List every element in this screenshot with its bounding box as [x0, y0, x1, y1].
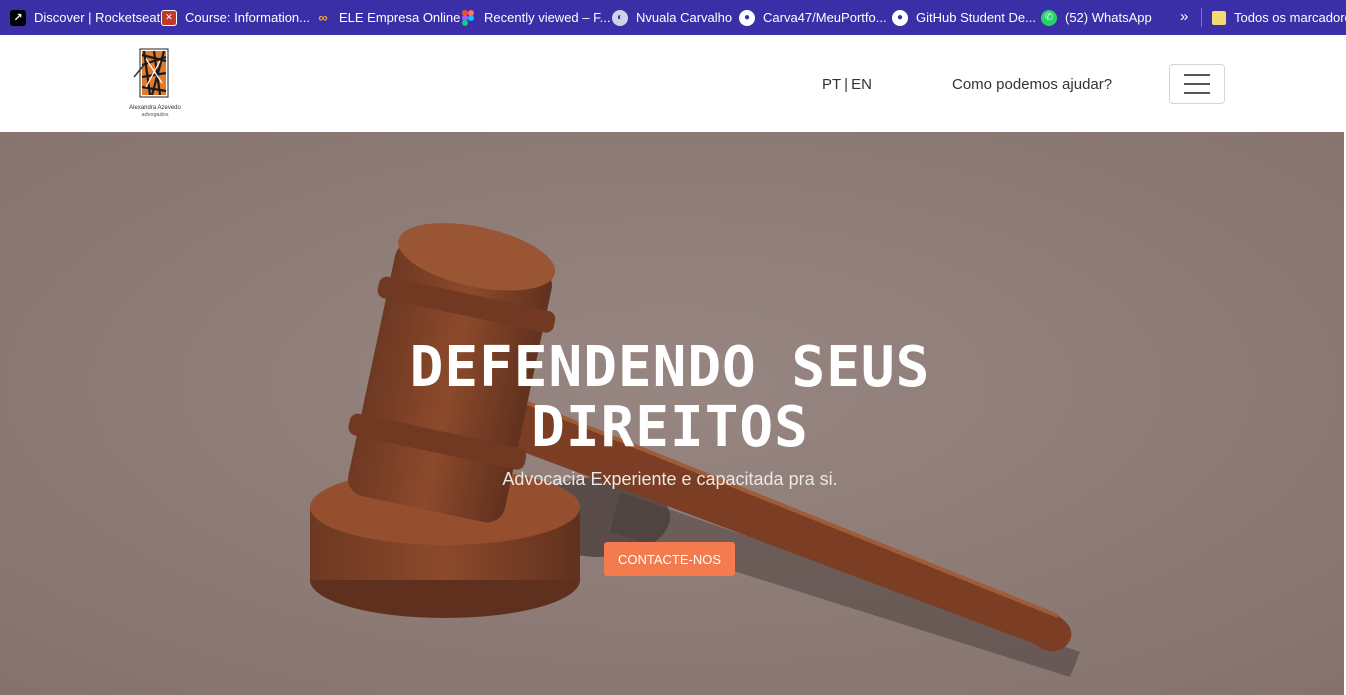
all-bookmarks-folder[interactable]: Todos os marcadores: [1212, 0, 1346, 35]
bookmark-label: GitHub Student De...: [916, 10, 1036, 25]
bookmark-label: Nvuala Carvalho: [636, 10, 733, 25]
lang-pt-link[interactable]: PT: [822, 76, 841, 93]
logo-text-line2: advogados: [142, 112, 169, 118]
github-icon: ●: [739, 9, 755, 26]
lang-separator: |: [844, 76, 849, 93]
hamburger-icon: [1184, 92, 1210, 94]
figma-icon: [460, 9, 476, 26]
hero-title: DEFENDENDO SEUS DIREITOS: [409, 335, 931, 460]
logo-text-line1: Alexandra Azevedo: [129, 105, 181, 111]
bookmark-figma[interactable]: Recently viewed – F...: [460, 0, 610, 35]
language-switcher: PT | EN: [822, 76, 872, 93]
bookmarks-overflow-button[interactable]: »: [1180, 0, 1188, 35]
flag-icon: ✕: [161, 9, 177, 26]
bookmark-rocketseat[interactable]: ↗ Discover | Rocketseat: [10, 0, 160, 35]
hero-section: DEFENDENDO SEUS DIREITOS Advocacia Exper…: [0, 132, 1344, 695]
bookmark-portfolio[interactable]: ● Carva47/MeuPortfo...: [739, 0, 887, 35]
all-bookmarks-label: Todos os marcadores: [1234, 10, 1346, 25]
hero-subtitle: Advocacia Experiente e capacitada pra si…: [502, 469, 838, 489]
hamburger-menu-button[interactable]: [1169, 64, 1225, 104]
help-link[interactable]: Como podemos ajudar?: [952, 76, 1112, 93]
bookmarks-divider: [1201, 8, 1202, 27]
site-header: Alexandra Azevedo advogados PT | EN Como p…: [0, 35, 1346, 132]
bookmark-label: ELE Empresa Online: [339, 10, 461, 25]
folder-icon: [1212, 10, 1226, 25]
bookmark-nvuala[interactable]: ◐ Nvuala Carvalho: [612, 0, 732, 35]
company-logo[interactable]: Alexandra Azevedo advogados: [124, 47, 186, 119]
github-icon: ●: [892, 9, 908, 26]
contact-us-button[interactable]: CONTACTE-NOS: [604, 542, 735, 576]
hamburger-icon: [1184, 74, 1210, 76]
lang-en-link[interactable]: EN: [851, 76, 872, 93]
hamburger-icon: [1184, 83, 1210, 85]
bookmark-ele[interactable]: ∞ ELE Empresa Online: [315, 0, 460, 35]
bookmark-label: (52) WhatsApp: [1065, 10, 1152, 25]
rocketseat-icon: ↗: [10, 9, 26, 26]
bookmark-label: Recently viewed – F...: [484, 10, 611, 25]
bookmark-github-student[interactable]: ● GitHub Student De...: [892, 0, 1036, 35]
globe-icon: ◐: [612, 9, 628, 26]
whatsapp-icon: ✆: [1041, 9, 1057, 26]
bookmarks-bar: ↗ Discover | Rocketseat ✕ Course: Inform…: [0, 0, 1346, 35]
bookmark-label: Carva47/MeuPortfo...: [763, 10, 887, 25]
ele-icon: ∞: [318, 10, 328, 25]
bookmark-whatsapp[interactable]: ✆ (52) WhatsApp: [1041, 0, 1152, 35]
bookmark-label: Discover | Rocketseat: [34, 10, 161, 25]
bookmark-label: Course: Information...: [185, 10, 310, 25]
bookmark-course[interactable]: ✕ Course: Information...: [161, 0, 310, 35]
